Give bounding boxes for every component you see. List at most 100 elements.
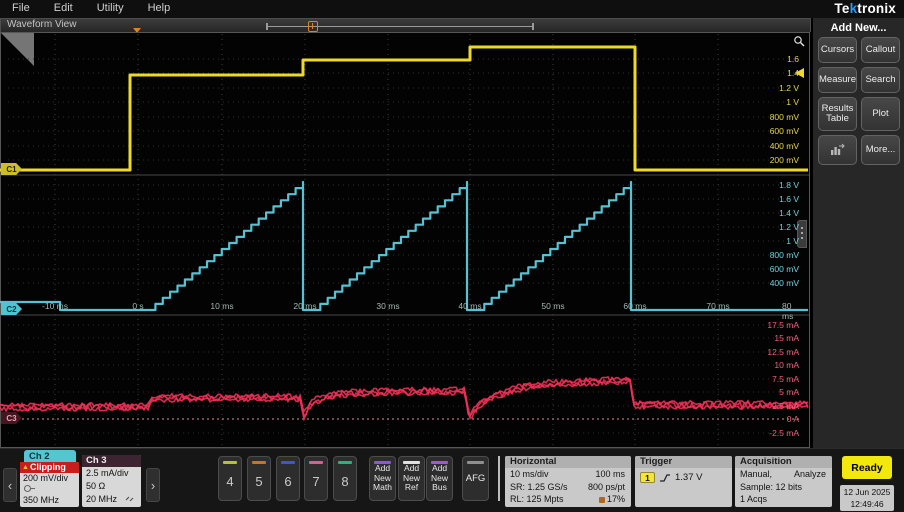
channel-4-button[interactable]: 4 (218, 456, 242, 501)
y-axis-label: 1 V (786, 236, 799, 246)
y-axis-label: 1.6 V (779, 194, 799, 204)
horizontal-panel[interactable]: Horizontal 10 ms/div 100 ms SR: 1.25 GS/s 8… (505, 456, 631, 507)
y-axis-label: 1.6 (787, 54, 799, 64)
scroll-left-chevron[interactable]: ‹ (3, 468, 17, 502)
afg-button[interactable]: AFG (462, 456, 489, 501)
channel-color-stripe (252, 461, 266, 464)
y-axis-label: 5 mA (779, 387, 799, 397)
y-axis-label: 1.2 V (779, 83, 799, 93)
acq-analyze: Analyze (794, 468, 826, 481)
horizontal-value: RL: 125 Mpts (510, 493, 564, 506)
time-axis-label: 70 ms (706, 301, 729, 311)
histogram-icon (829, 143, 846, 157)
y-axis-label: 0 A (787, 414, 799, 424)
add-new-bus-button[interactable]: AddNewBus (426, 456, 453, 501)
plot-button[interactable]: Plot (861, 97, 900, 131)
channel-3-header: Ch 3 (82, 455, 141, 467)
settings-bar: ‹ › Ch 2 ▲Clipping 200 mV/div 350 MHz Ch… (0, 448, 904, 512)
channel-2-card[interactable]: ▲Clipping 200 mV/div 350 MHz (20, 462, 79, 507)
horizontal-value: SR: 1.25 GS/s (510, 481, 568, 494)
channel-color-stripe (309, 461, 323, 464)
acquisition-panel[interactable]: Acquisition Manual,Analyze Sample: 12 bi… (735, 456, 832, 507)
afg-label: AFG (466, 474, 486, 484)
results-table-button[interactable]: Results Table (818, 97, 857, 131)
y-axis-label: 10 mA (774, 360, 799, 370)
add-new-sidebar: Add New... CursorsCalloutMeasureSearchRe… (812, 18, 904, 448)
waveform-view-title: Waveform View (7, 19, 76, 30)
ch2-scale: 200 mV/div (20, 473, 79, 484)
cursors-button[interactable]: Cursors (818, 37, 857, 63)
button-color-stripe (403, 461, 420, 464)
clipping-warning: ▲Clipping (20, 462, 79, 473)
y-axis-label: 1.8 V (779, 180, 799, 190)
dynamic-icon (124, 494, 135, 502)
time-axis-label: 10 ms (210, 301, 233, 311)
ch3-scale: 2.5 mA/div (82, 467, 141, 480)
horizontal-header: Horizontal (505, 456, 631, 468)
y-axis-label: 600 mV (770, 264, 799, 274)
acquisition-header: Acquisition (735, 456, 832, 468)
trigger-position-slider-marker[interactable] (308, 21, 318, 32)
datetime-display: 12 Jun 2025 12:49:46 (840, 485, 894, 511)
trigger-source-badge: 1 (640, 472, 655, 483)
y-axis-label: 2.5 mA (772, 401, 799, 411)
measure-button[interactable]: Measure (818, 67, 857, 93)
channel-8-button[interactable]: 8 (333, 456, 357, 501)
horizontal-row: SR: 1.25 GS/s 800 ps/pt (505, 481, 631, 494)
menu-edit[interactable]: Edit (54, 2, 73, 14)
y-axis-label: 1.4 V (779, 208, 799, 218)
y-axis-label: 7.5 mA (772, 374, 799, 384)
callout-button[interactable]: Callout (861, 37, 900, 63)
button-label-line: Bus (432, 483, 447, 493)
ready-status-button[interactable]: Ready (842, 456, 892, 479)
menu-file[interactable]: File (12, 2, 30, 14)
add-new-ref-button[interactable]: AddNewRef (398, 456, 425, 501)
y-axis-label: 15 mA (774, 333, 799, 343)
waveform-canvas[interactable] (0, 32, 810, 448)
menu-utility[interactable]: Utility (97, 2, 124, 14)
time-axis-label: 0 s (132, 301, 143, 311)
scroll-right-chevron[interactable]: › (146, 468, 160, 502)
channel-7-button[interactable]: 7 (304, 456, 328, 501)
channel-3-card[interactable]: Ch 3 2.5 mA/div 50 Ω 20 MHz (82, 455, 141, 507)
slider-left-bracket (266, 23, 268, 30)
waveform-plot-area[interactable]: C1 C2 C3 1.61.41.2 V1 V800 mV600 mV400 m… (0, 32, 810, 448)
channel-number: 7 (305, 474, 327, 489)
add-new-math-button[interactable]: AddNewMath (369, 456, 396, 501)
warning-icon: ▲ (22, 464, 29, 471)
channel-number: 6 (277, 474, 299, 489)
search-button[interactable]: Search (861, 67, 900, 93)
ch2-bandwidth: 350 MHz (20, 495, 79, 506)
add-new-header: Add New... (813, 22, 904, 34)
channel-color-stripe (281, 461, 295, 464)
y-axis-label: 400 mV (770, 278, 799, 288)
tektronix-logo: Tektronix (834, 1, 896, 16)
y-axis-label: 1.2 V (779, 222, 799, 232)
channel-6-button[interactable]: 6 (276, 456, 300, 501)
horizontal-value: 800 ps/pt (588, 481, 625, 494)
ch3-impedance: 50 Ω (82, 480, 141, 493)
ch3-bandwidth: 20 MHz (82, 493, 141, 506)
horizontal-value: 17% (599, 493, 625, 506)
channel-5-button[interactable]: 5 (247, 456, 271, 501)
channel-color-stripe (223, 461, 237, 464)
time-axis-label: 40 ms (458, 301, 481, 311)
oscilloscope-app: File Edit Utility Help Tektronix Waveform V… (0, 0, 904, 512)
channel-number: 5 (248, 474, 270, 489)
y-axis-label: 600 mV (770, 126, 799, 136)
horizontal-value: 100 ms (595, 468, 625, 481)
acq-mode: Manual, (740, 468, 772, 481)
waveform-view-titlebar: Waveform View (0, 18, 811, 32)
y-axis-label: 17.5 mA (767, 320, 799, 330)
magnifier-icon[interactable] (793, 35, 806, 48)
menu-help[interactable]: Help (148, 2, 171, 14)
time-axis-label: 80 ms (782, 301, 800, 321)
time-axis-label: 30 ms (376, 301, 399, 311)
y-axis-label: -2.5 mA (769, 428, 799, 438)
button-color-stripe (431, 461, 448, 464)
trigger-panel[interactable]: Trigger 1 1.37 V (635, 456, 732, 507)
horizontal-value: 10 ms/div (510, 468, 549, 481)
more--button[interactable]: More... (861, 135, 900, 165)
y-axis-label: 200 mV (770, 155, 799, 165)
histogram-tool-button[interactable] (818, 135, 857, 165)
